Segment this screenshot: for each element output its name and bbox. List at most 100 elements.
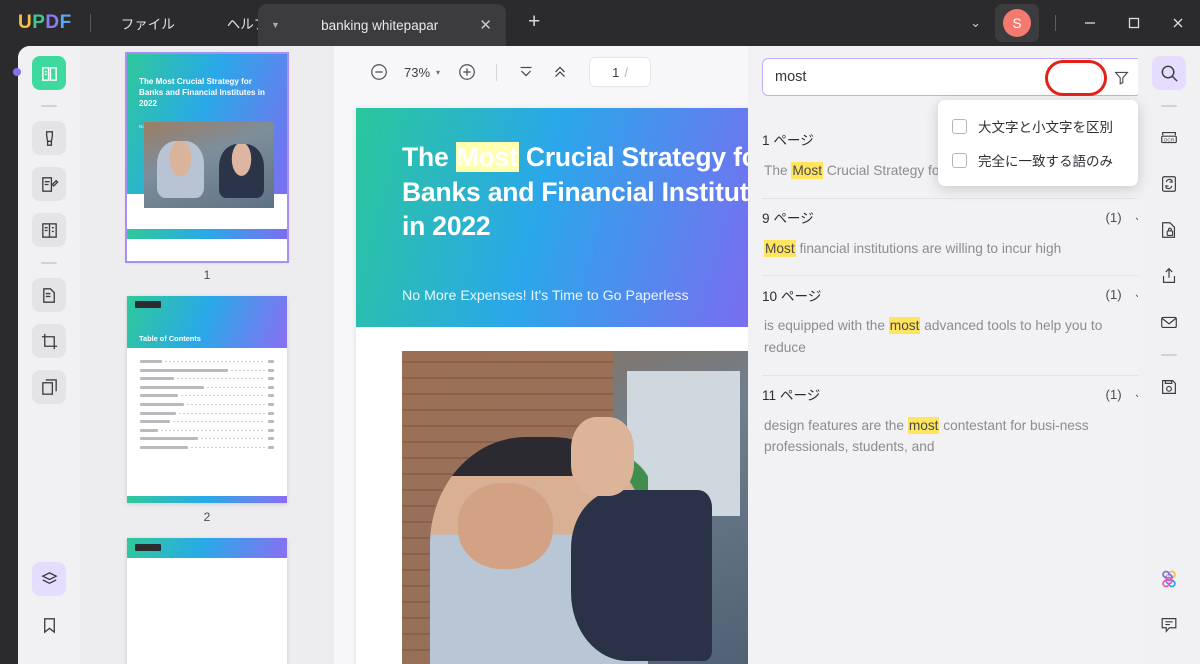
snippet-match: most (907, 416, 940, 434)
result-snippet[interactable]: Most financial institutions are willing … (762, 236, 1142, 276)
tab-caret-icon[interactable]: ▼ (271, 20, 280, 30)
convert-icon[interactable] (1152, 167, 1186, 201)
result-snippet[interactable]: design features are the most contestant … (762, 413, 1142, 474)
result-page-label: 9 ページ (762, 211, 814, 227)
thumb1-footer-stripe (127, 229, 287, 239)
thumbnail-page-2[interactable]: Table of Contents (127, 296, 287, 503)
bookmark-icon[interactable] (32, 608, 66, 642)
thumbnail-item-1[interactable]: The Most Crucial Strategy for Banks and … (80, 52, 334, 296)
close-button[interactable] (1156, 0, 1200, 46)
ai-icon[interactable] (1152, 562, 1186, 596)
page-slash: / (624, 64, 628, 80)
svg-text:OCR: OCR (1164, 137, 1175, 143)
search-results-list[interactable]: 1 ページ ⌄ The Most Crucial Strategy for Ba… (748, 120, 1156, 664)
thumbnail-number-1: 1 (203, 268, 211, 282)
maximize-button[interactable] (1112, 0, 1156, 46)
thumbnail-item-2[interactable]: Table of Contents 2 (80, 296, 334, 538)
thumb1-title: The Most Crucial Strategy for Banks and … (139, 77, 265, 109)
left-rail-bottom (18, 562, 80, 654)
filter-option-match-case[interactable]: 大文字と小文字を区別 (938, 109, 1138, 143)
tab-title: banking whitepapar (321, 17, 439, 33)
minimize-button[interactable] (1068, 0, 1112, 46)
result-header[interactable]: 10 ページ (1) ⌄ (762, 275, 1142, 313)
avatar: S (1003, 9, 1031, 37)
layers-icon[interactable] (32, 562, 66, 596)
search-result-group-4[interactable]: 11 ページ (1) ⌄ design features are the mos… (748, 374, 1156, 474)
filter-option-label: 完全に一致する語のみ (978, 154, 1113, 169)
crop-icon[interactable] (32, 324, 66, 358)
zoom-dropdown-icon[interactable]: ▾ (436, 68, 440, 77)
filter-option-label: 大文字と小文字を区別 (978, 120, 1113, 135)
right-toolbar: OCR (1138, 46, 1200, 664)
organize-icon[interactable] (32, 213, 66, 247)
snippet-pre: design features are the (764, 417, 908, 433)
thumb3-logo (135, 544, 161, 551)
snippet-match: Most (764, 239, 796, 257)
menu-file[interactable]: ファイル (109, 8, 187, 38)
page-tools-icon[interactable] (32, 278, 66, 312)
result-header[interactable]: 9 ページ (1) ⌄ (762, 197, 1142, 236)
app-logo: UPDF (18, 12, 72, 33)
toolbar-divider (496, 63, 498, 81)
page-title-pre: The (402, 142, 456, 172)
result-header[interactable]: 11 ページ (1) ⌄ (762, 374, 1142, 413)
thumbnail-panel[interactable]: The Most Crucial Strategy for Banks and … (80, 46, 334, 664)
filter-button[interactable] (1101, 59, 1141, 95)
titlebar-divider (89, 14, 91, 32)
filter-dropdown-menu[interactable]: 大文字と小文字を区別 完全に一致する語のみ (938, 100, 1138, 186)
result-count: (1) (1105, 287, 1122, 303)
chevron-down-icon[interactable]: ⌄ (960, 9, 991, 37)
search-input[interactable] (763, 69, 1101, 85)
result-count: (1) (1105, 209, 1122, 225)
result-page-label: 11 ページ (762, 388, 821, 404)
thumb2-title: Table of Contents (139, 334, 201, 343)
edit-icon[interactable] (32, 167, 66, 201)
page-current: 1 (612, 64, 620, 80)
save-icon[interactable] (1152, 370, 1186, 404)
thumb2-toc-rows (140, 360, 274, 455)
page-subtitle: No More Expenses! It's Time to Go Paperl… (402, 288, 689, 304)
document-tab[interactable]: ▼ banking whitepapar ✕ (258, 4, 506, 46)
compare-icon[interactable] (32, 370, 66, 404)
reader-icon[interactable] (32, 56, 66, 90)
page-title: The Most Crucial Strategy for Banks and … (402, 140, 752, 244)
search-bar[interactable] (762, 58, 1142, 96)
rail-divider-2 (41, 262, 57, 264)
account-button[interactable]: S (995, 4, 1039, 42)
checkbox-icon[interactable] (952, 152, 967, 168)
page-title-highlight: Most (455, 142, 519, 172)
comment-icon[interactable] (1152, 608, 1186, 642)
window-controls: ⌄ S (960, 0, 1200, 46)
updf-window: UPDF ファイル ヘルプ ▼ banking whitepapar ✕ + ⌄… (0, 0, 1200, 664)
highlighter-icon[interactable] (32, 121, 66, 155)
page-number-field[interactable]: 1 / (589, 57, 652, 87)
snippet-pre: The (764, 163, 792, 178)
search-icon[interactable] (1152, 56, 1186, 90)
previous-page-button[interactable] (543, 55, 577, 89)
result-snippet[interactable]: is equipped with the most advanced tools… (762, 313, 1142, 374)
zoom-out-button[interactable] (362, 55, 396, 89)
ocr-icon[interactable]: OCR (1152, 121, 1186, 155)
zoom-level: 73% (404, 64, 431, 80)
thumbnail-page-3[interactable] (127, 538, 287, 664)
filter-option-whole-word[interactable]: 完全に一致する語のみ (938, 143, 1138, 177)
window-divider (1055, 15, 1056, 31)
search-result-group-3[interactable]: 10 ページ (1) ⌄ is equipped with the most a… (748, 275, 1156, 374)
tab-close-icon[interactable]: ✕ (479, 18, 492, 33)
checkbox-icon[interactable] (952, 118, 967, 134)
right-rail-bottom (1138, 562, 1200, 654)
thumb2-footer-stripe (127, 496, 287, 503)
thumbnail-page-1[interactable]: The Most Crucial Strategy for Banks and … (125, 52, 289, 263)
zoom-in-button[interactable] (450, 55, 484, 89)
document-page[interactable]: The Most Crucial Strategy for Banks and … (356, 108, 752, 664)
thumbnail-number-2: 2 (203, 510, 211, 524)
new-tab-button[interactable]: + (528, 11, 540, 32)
share-icon[interactable] (1152, 259, 1186, 293)
first-page-button[interactable] (509, 55, 543, 89)
protect-icon[interactable] (1152, 213, 1186, 247)
edge-indicator-dot (13, 68, 21, 76)
search-result-group-2[interactable]: 9 ページ (1) ⌄ Most financial institutions … (748, 197, 1156, 276)
snippet-post: financial institutions are willing to in… (795, 240, 1062, 256)
thumbnail-item-3[interactable] (80, 538, 334, 664)
email-icon[interactable] (1152, 305, 1186, 339)
